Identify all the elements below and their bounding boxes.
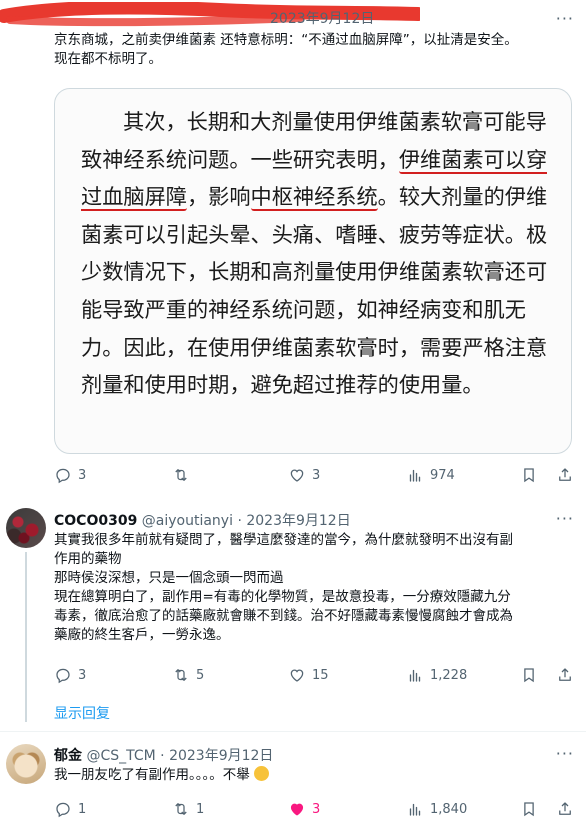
views-button[interactable]: 1,228 [406,666,467,684]
reply-tweet[interactable]: 郁金 @CS_TCM · 2023年9月12日 ··· 我一朋友吃了有副作用。。… [0,731,586,824]
avatar[interactable] [6,508,46,548]
like-button[interactable]: 15 [288,666,329,684]
handle[interactable]: @CS_TCM [86,748,155,764]
bookmark-button[interactable] [520,800,538,818]
tweet-text: 其實我很多年前就有疑問了，醫學這麼發達的當今，為什麼就發明不出沒有副 作用的藥物… [54,531,569,645]
tweet-text: 京东商城，之前卖伊维菌素 还特意标明：“不通过血脑屏障”，以扯清是安全。 现在都… [54,31,564,69]
share-icon [559,668,571,681]
retweet-count: 1 [196,801,205,817]
reply-button[interactable]: 3 [54,666,86,684]
thread-line [25,552,27,722]
tweet-date[interactable]: 2023年9月12日 [246,513,350,529]
like-button[interactable]: 3 [288,466,320,484]
reply-count: 3 [78,667,87,683]
reply-count: 1 [78,801,87,817]
retweet-button[interactable] [172,466,196,484]
image-text-part: 。较大剂量的伊维菌素可以引起头晕、头痛、嗜睡、疲劳等症状。极少数情况下，长期和高… [81,184,548,398]
tweet-text-line: 毒素，徹底治愈了的話藥廠就會賺不到錢。治不好隱藏毒素慢慢腐蝕才會成為 [54,608,513,624]
tweet-text-line: 那時侯沒深想，只是一個念頭一閃而過 [54,570,284,586]
views-count: 1,840 [430,801,468,817]
reply-button[interactable]: 3 [54,466,86,484]
tweet-text-line: 藥廠的終生客戶，一勞永逸。 [54,627,230,643]
heart-icon [290,469,304,482]
tweet-text-line: 现在都不标明了。 [54,51,162,67]
views-icon [409,669,421,682]
bookmark-button[interactable] [520,466,538,484]
reply-count: 3 [78,467,87,483]
more-options-icon[interactable]: ··· [556,744,574,763]
handle[interactable]: @aiyoutianyi [142,513,233,529]
tweet-text-line: 我一朋友吃了有副作用。。。。不舉 [54,767,250,783]
reply-button[interactable]: 1 [54,800,86,818]
image-text-part: ，影响 [186,184,251,210]
heart-icon [290,669,304,682]
author-row: 郁金 @CS_TCM · 2023年9月12日 [54,745,273,765]
reply-icon [56,802,70,818]
share-icon [559,802,571,815]
tweet-date[interactable]: 2023年9月12日 [169,748,273,764]
views-count: 974 [430,467,455,483]
retweet-button[interactable]: 1 [172,800,204,818]
retweet-button[interactable]: 5 [172,666,204,684]
like-button[interactable]: 3 [288,800,320,818]
like-count: 15 [312,667,329,683]
display-name[interactable]: COCO0309 [54,513,137,529]
grinning-sweat-emoji-icon [254,766,270,781]
reply-icon [56,468,70,484]
views-button[interactable]: 1,840 [406,800,467,818]
tweet-actions: 1 1 3 1,840 [54,800,574,822]
image-text: 其次，长期和大剂量使用伊维菌素软膏可能导致神经系统问题。一些研究表明，伊维菌素可… [81,103,551,404]
more-options-icon[interactable]: ··· [556,9,574,28]
reply-tweet[interactable]: COCO0309 @aiyoutianyi · 2023年9月12日 ··· 其… [0,500,586,730]
separator: · [237,513,242,529]
retweet-count: 5 [196,667,205,683]
bookmark-icon [524,468,534,483]
show-replies-link[interactable]: 显示回复 [54,703,110,723]
views-button[interactable]: 974 [406,466,455,484]
tweet-date[interactable]: 2023年9月12日 [270,8,374,28]
reply-icon [56,668,70,684]
like-count: 3 [312,467,321,483]
views-icon [409,469,421,482]
retweet-icon [175,469,187,481]
like-count: 3 [312,801,321,817]
tweet-actions: 3 5 15 1,228 [54,666,574,688]
bookmark-icon [524,802,534,817]
views-count: 1,228 [430,667,468,683]
image-text-underlined: 中枢神经系统 [250,184,378,212]
share-button[interactable] [556,466,574,484]
views-icon [409,803,421,816]
tweet-text-line: 京东商城，之前卖伊维菌素 还特意标明：“不通过血脑屏障”，以扯清是安全。 [54,32,518,48]
more-options-icon[interactable]: ··· [556,509,574,528]
attached-image[interactable]: 其次，长期和大剂量使用伊维菌素软膏可能导致神经系统问题。一些研究表明，伊维菌素可… [54,88,572,454]
display-name[interactable]: 郁金 [54,748,82,764]
share-icon [559,468,571,481]
retweet-icon [175,803,187,815]
bookmark-icon [524,668,534,683]
retweet-icon [175,669,187,681]
tweet-text-line: 其實我很多年前就有疑問了，醫學這麼發達的當今，為什麼就發明不出沒有副 [54,532,513,548]
tweet-text-line: 現在總算明白了，副作用=有毒的化學物質，是故意投毒，一分療效隱藏九分 [54,589,511,605]
tweet-text-line: 作用的藥物 [54,551,122,567]
separator: · [160,748,165,764]
tweet-actions: 3 3 974 [54,466,574,488]
bookmark-button[interactable] [520,666,538,684]
share-button[interactable] [556,666,574,684]
share-button[interactable] [556,800,574,818]
author-row: COCO0309 @aiyoutianyi · 2023年9月12日 [54,510,351,530]
tweet-quoted-image: 2023年9月12日 ··· 京东商城，之前卖伊维菌素 还特意标明：“不通过血脑… [0,0,586,500]
avatar[interactable] [6,744,46,784]
heart-filled-icon [290,803,304,816]
tweet-text: 我一朋友吃了有副作用。。。。不舉 [54,766,569,785]
